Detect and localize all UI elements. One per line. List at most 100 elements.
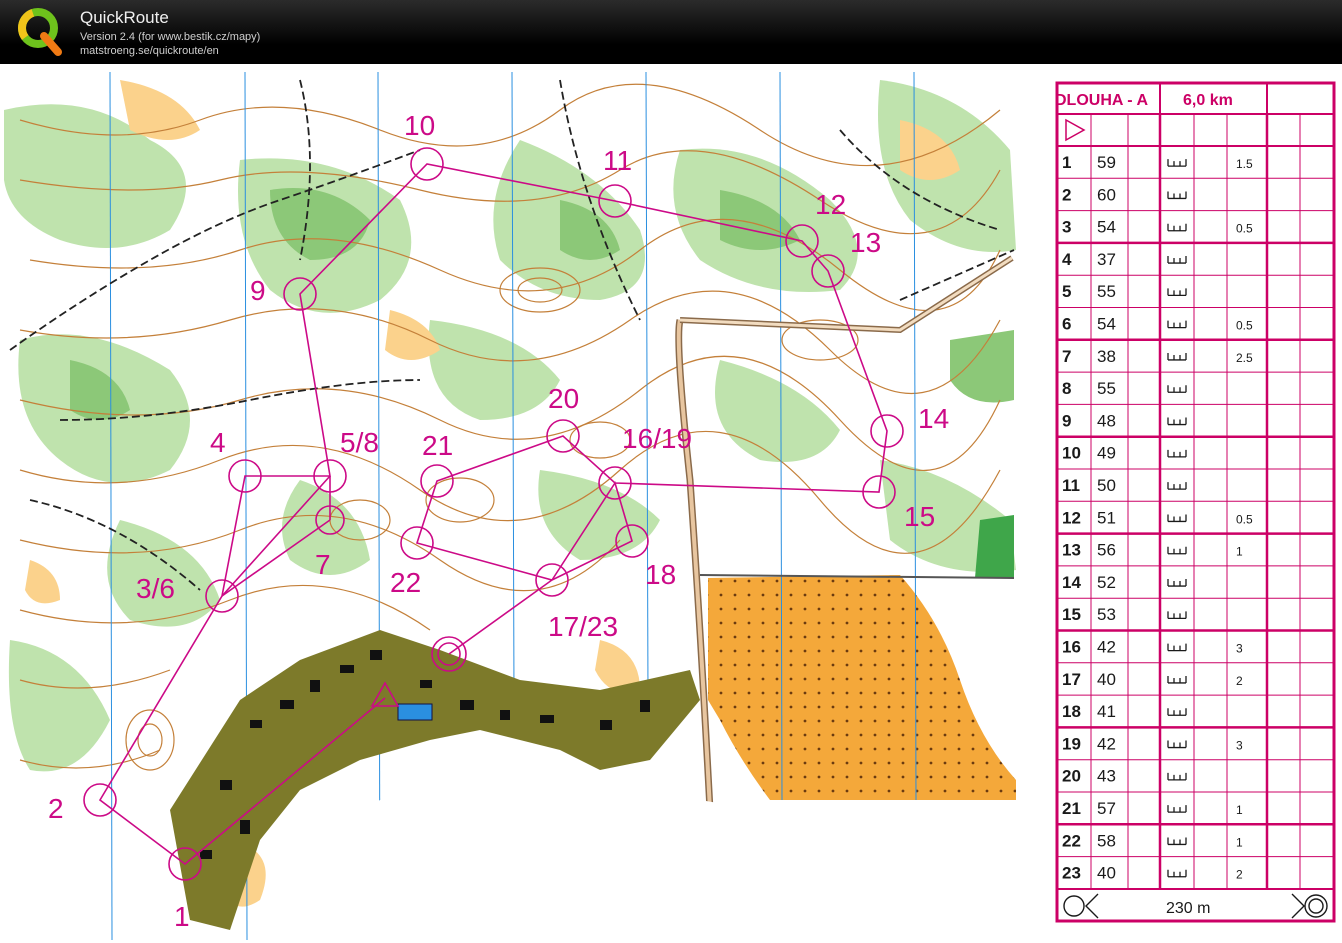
control-number: 15 [1062,605,1081,624]
funnel-right-icon [1291,893,1305,919]
control-label: 3/6 [136,573,175,604]
dimension-value: 1 [1236,545,1243,559]
control-label: 12 [815,189,846,220]
pond [397,703,433,721]
control-number: 10 [1062,444,1081,463]
control-number: 12 [1062,508,1081,527]
finish-row: 230 m [1063,893,1328,919]
dimension-value: 2.5 [1236,351,1253,365]
app-url: matstroeng.se/quickroute/en [80,45,219,57]
feature-symbol-icon [1167,159,1187,167]
control-description-sheet: DLOUHA - A 6,0 km 1 59 1.52 603 54 0.54 375 556… [1055,81,1336,923]
control-code: 48 [1097,411,1116,430]
dimension-value: 2 [1236,868,1243,882]
control-number: 7 [1062,347,1071,366]
control-label: 14 [918,403,949,434]
control-code: 43 [1097,767,1116,786]
dimension-value: 0.5 [1236,512,1253,526]
control-label: 22 [390,567,421,598]
dimension-value: 2 [1236,674,1243,688]
start-symbol-icon [1065,118,1086,142]
control-number: 11 [1062,476,1080,495]
control-label: 16/19 [622,423,692,454]
control-code: 55 [1097,379,1116,398]
feature-symbol-icon [1167,837,1187,846]
course-length: 6,0 km [1183,92,1233,109]
finish-distance: 230 m [1166,900,1210,917]
feature-symbol-icon [1167,740,1187,749]
control-code: 55 [1097,282,1116,301]
app-version: Version 2.4 (for www.bestik.cz/mapy) [80,31,261,43]
dimension-value: 0.5 [1236,222,1253,236]
control-number: 3 [1062,218,1071,237]
control-number: 23 [1062,864,1081,883]
control-code: 51 [1097,508,1116,527]
control-number: 21 [1062,799,1081,818]
feature-symbol-icon [1167,352,1187,361]
control-number: 18 [1062,702,1081,721]
control-number: 16 [1062,637,1081,656]
control-label: 1 [174,901,190,932]
feature-symbol-icon [1167,320,1187,329]
control-label: 10 [404,110,435,141]
control-label: 7 [315,549,331,580]
control-number: 9 [1062,411,1071,430]
control-code: 54 [1097,218,1116,237]
control-label: 5/8 [340,427,379,458]
feature-symbol-icon [1167,256,1187,264]
control-number: 2 [1062,185,1071,204]
control-number: 5 [1062,282,1071,301]
control-code: 50 [1097,476,1116,495]
control-code: 37 [1097,250,1116,269]
feature-symbol-icon [1167,708,1187,716]
control-number: 14 [1062,573,1081,592]
control-code: 42 [1097,637,1116,656]
feature-symbol-icon [1167,579,1187,587]
finish-start-icon [1063,895,1085,917]
description-grid [1055,81,1336,923]
feature-symbol-icon [1167,449,1187,458]
control-number: 13 [1062,541,1081,560]
dimension-value: 1 [1236,803,1243,817]
feature-symbol-icon [1167,482,1187,490]
feature-symbol-icon [1167,223,1187,232]
control-number: 22 [1062,831,1081,850]
feature-symbol-icon [1167,611,1187,619]
feature-symbol-icon [1167,514,1187,523]
control-number: 20 [1062,767,1081,786]
control-label: 15 [904,501,935,532]
control-label: 4 [210,427,226,458]
quickroute-logo-icon [18,8,62,56]
control-number: 1 [1062,153,1071,172]
feature-symbol-icon [1167,385,1187,393]
feature-symbol-icon [1167,643,1187,652]
control-label: 9 [250,275,266,306]
feature-symbol-icon [1167,546,1187,555]
finish-icon-inner [1308,898,1324,914]
control-code: 52 [1097,573,1116,592]
funnel-left-icon [1085,893,1099,919]
control-label: 20 [548,383,579,414]
control-number: 4 [1062,250,1072,269]
control-code: 59 [1097,153,1116,172]
feature-symbol-icon [1167,805,1187,813]
dimension-value: 0.5 [1236,318,1253,332]
control-number: 17 [1062,670,1081,689]
control-code: 54 [1097,314,1116,333]
control-code: 53 [1097,605,1116,624]
control-code: 40 [1097,670,1116,689]
control-code: 60 [1097,185,1116,204]
control-code: 40 [1097,864,1116,883]
control-code: 57 [1097,799,1116,818]
control-label: 17/23 [548,611,618,642]
feature-symbol-icon [1167,772,1187,781]
feature-symbol-icon [1167,675,1187,684]
control-label: 11 [603,145,632,176]
control-number: 19 [1062,734,1081,753]
orienteering-map[interactable]: 1 2 3/6 4 5/8 7 9 10 11 12 13 14 15 16/1… [4,72,1016,940]
control-code: 49 [1097,444,1116,463]
title-bar: QuickRoute Version 2.4 (for www.bestik.c… [0,0,1342,64]
feature-symbol-icon [1167,288,1187,296]
control-code: 38 [1097,347,1116,366]
dimension-value: 1 [1236,835,1243,849]
